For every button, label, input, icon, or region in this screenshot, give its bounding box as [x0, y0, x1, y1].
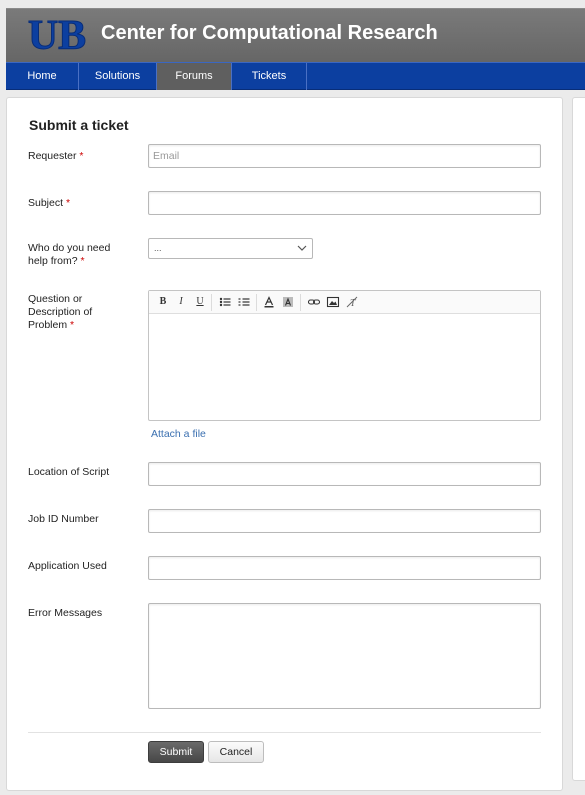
italic-icon[interactable]: I [174, 295, 188, 309]
font-color-icon[interactable] [262, 295, 276, 309]
who-select-value: ... [154, 243, 162, 253]
requester-email-input[interactable]: Email [148, 144, 541, 168]
ticket-form-panel: Submit a ticket Requester * Email Subjec… [6, 97, 563, 791]
error-messages-label: Error Messages [28, 607, 103, 619]
nav-item-forums[interactable]: Forums [157, 63, 232, 90]
subject-label: Subject * [28, 197, 71, 209]
location-of-script-label: Location of Script [28, 466, 110, 478]
who-label: Who do you need help from? * [28, 242, 111, 267]
bulleted-list-icon[interactable] [218, 295, 232, 309]
requester-label: Requester * [28, 150, 84, 162]
svg-text:UB: UB [28, 13, 86, 57]
bold-icon[interactable]: B [156, 295, 170, 309]
required-marker: * [70, 319, 75, 331]
site-title: Center for Computational Research [101, 22, 438, 44]
form-divider [28, 732, 541, 733]
side-panel [572, 97, 585, 781]
job-id-label: Job ID Number [28, 513, 99, 525]
application-used-input[interactable] [148, 556, 541, 580]
location-of-script-input[interactable] [148, 462, 541, 486]
underline-icon[interactable]: U [193, 295, 207, 309]
job-id-input[interactable] [148, 509, 541, 533]
required-marker: * [79, 150, 84, 162]
attach-file-link[interactable]: Attach a file [151, 428, 206, 440]
toolbar-separator [211, 294, 212, 311]
requester-placeholder: Email [153, 150, 180, 162]
site-header: UB Center for Computational Research [6, 8, 585, 62]
nav-item-solutions[interactable]: Solutions [79, 63, 157, 90]
editor-toolbar: B I U T [149, 291, 540, 314]
subject-input[interactable] [148, 191, 541, 215]
background-color-icon[interactable] [281, 295, 295, 309]
nav-item-tickets[interactable]: Tickets [232, 63, 307, 90]
question-label: Question or Description of Problem * [28, 293, 93, 331]
numbered-list-icon[interactable] [237, 295, 251, 309]
nav-item-home[interactable]: Home [6, 63, 79, 90]
cancel-button[interactable]: Cancel [208, 741, 264, 763]
main-nav: Home Solutions Forums Tickets [6, 62, 585, 90]
remove-format-icon[interactable]: T [345, 295, 359, 309]
image-icon[interactable] [326, 295, 340, 309]
toolbar-separator [256, 294, 257, 311]
submit-button[interactable]: Submit [148, 741, 204, 763]
required-marker: * [80, 255, 85, 267]
rich-text-editor[interactable]: B I U T [148, 290, 541, 421]
toolbar-separator [300, 294, 301, 311]
required-marker: * [65, 197, 71, 209]
who-select[interactable]: ... [148, 238, 313, 259]
chevron-down-icon [297, 245, 307, 251]
error-messages-textarea[interactable] [148, 603, 541, 709]
form-title: Submit a ticket [29, 117, 129, 133]
ub-logo[interactable]: UB [20, 13, 94, 57]
application-used-label: Application Used [28, 560, 107, 572]
link-icon[interactable] [307, 295, 321, 309]
